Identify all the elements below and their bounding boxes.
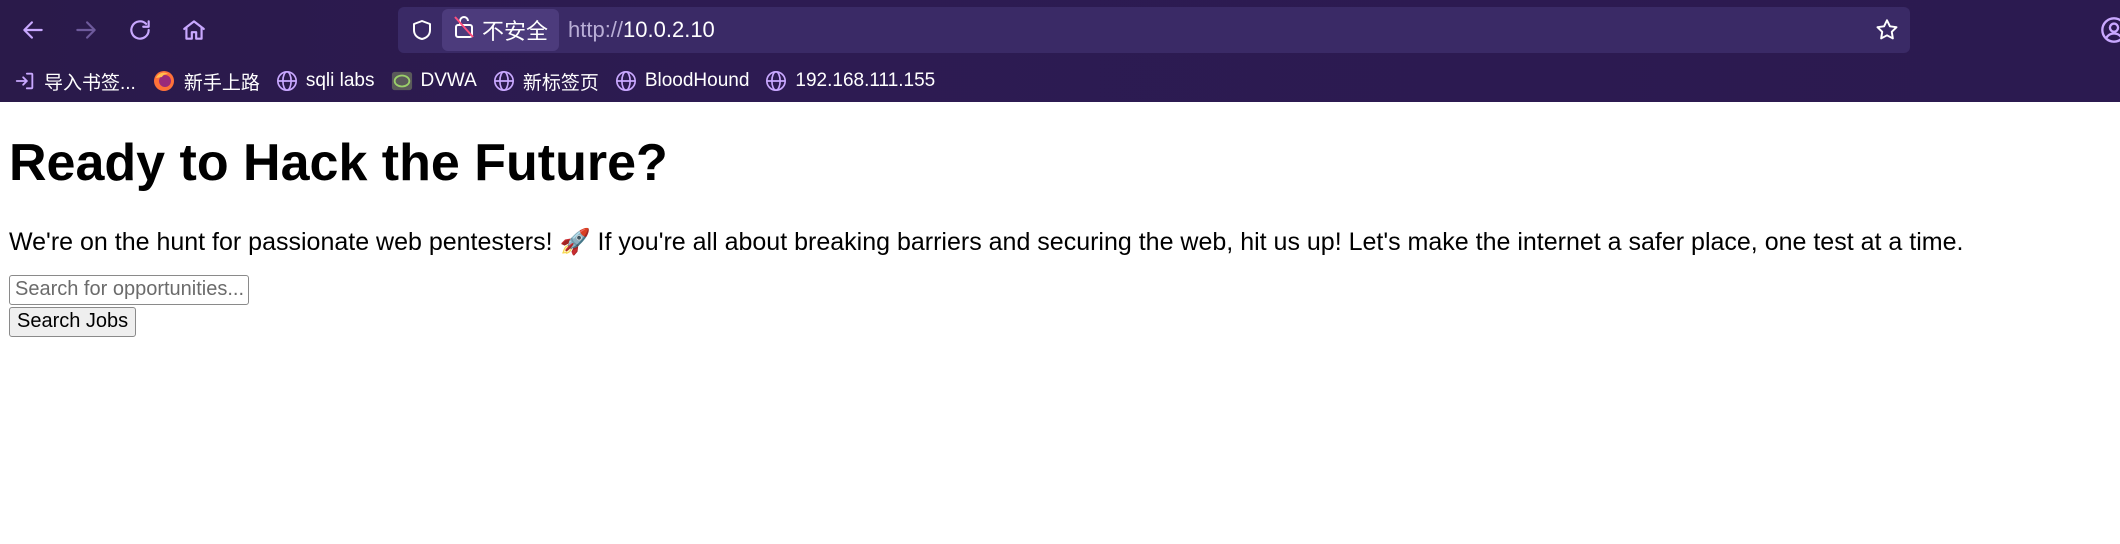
bookmark-ip-address[interactable]: 192.168.111.155 — [765, 70, 935, 92]
navigation-toolbar: 不安全 http://10.0.2.10 — [0, 0, 2120, 60]
bookmarks-toolbar: 导入书签... 新手上路 sqli labs DVWA 新标签页 BloodHo… — [0, 60, 2120, 102]
security-label: 不安全 — [482, 19, 549, 44]
dvwa-icon — [391, 71, 412, 91]
bookmark-label: DVWA — [420, 70, 477, 91]
globe-icon — [276, 71, 297, 91]
account-icon[interactable] — [2100, 16, 2120, 49]
arrow-left-icon — [23, 21, 43, 39]
bookmark-new-tab[interactable]: 新标签页 — [493, 68, 599, 95]
globe-icon — [766, 71, 787, 91]
reload-button[interactable] — [122, 12, 158, 48]
intro-text: We're on the hunt for passionate web pen… — [9, 227, 1964, 256]
back-button[interactable] — [15, 12, 51, 48]
shield-icon[interactable] — [410, 18, 434, 47]
home-icon — [183, 20, 205, 40]
page-content: Ready to Hack the Future? We're on the h… — [0, 134, 2120, 337]
url-protocol: http:// — [568, 17, 624, 42]
bookmark-label: 192.168.111.155 — [795, 70, 936, 91]
forward-button[interactable] — [68, 12, 104, 48]
browser-chrome: 不安全 http://10.0.2.10 导入书签... 新手上路 sqli l… — [0, 0, 2120, 102]
bookmark-label: 新手上路 — [183, 72, 260, 94]
page-title: Ready to Hack the Future? — [9, 134, 668, 192]
bookmark-sqli-labs[interactable]: sqli labs — [276, 70, 375, 92]
bookmark-label: 新标签页 — [522, 72, 599, 94]
globe-icon — [493, 71, 514, 91]
url-host: 10.0.2.10 — [623, 17, 715, 42]
reload-icon — [130, 20, 150, 40]
bookmark-label: 导入书签... — [44, 72, 136, 94]
bookmark-dvwa[interactable]: DVWA — [391, 70, 477, 92]
bookmark-label: sqli labs — [305, 70, 375, 91]
bookmark-getting-started[interactable]: 新手上路 — [152, 68, 260, 95]
address-bar[interactable]: 不安全 http://10.0.2.10 — [398, 7, 1910, 53]
connection-security-button[interactable]: 不安全 — [442, 9, 560, 51]
bookmark-import[interactable]: 导入书签... — [14, 68, 136, 95]
bookmark-star-icon[interactable] — [1874, 17, 1900, 48]
home-button[interactable] — [176, 12, 212, 48]
insecure-lock-icon — [452, 14, 476, 46]
search-input[interactable] — [9, 274, 249, 305]
globe-icon — [615, 71, 636, 91]
arrow-right-icon — [76, 21, 96, 39]
search-jobs-button[interactable]: Search Jobs — [9, 306, 137, 337]
bookmark-bloodhound[interactable]: BloodHound — [615, 70, 750, 92]
import-icon — [15, 72, 34, 90]
bookmark-label: BloodHound — [644, 70, 750, 91]
url-text[interactable]: http://10.0.2.10 — [568, 17, 715, 43]
firefox-icon — [153, 71, 174, 91]
